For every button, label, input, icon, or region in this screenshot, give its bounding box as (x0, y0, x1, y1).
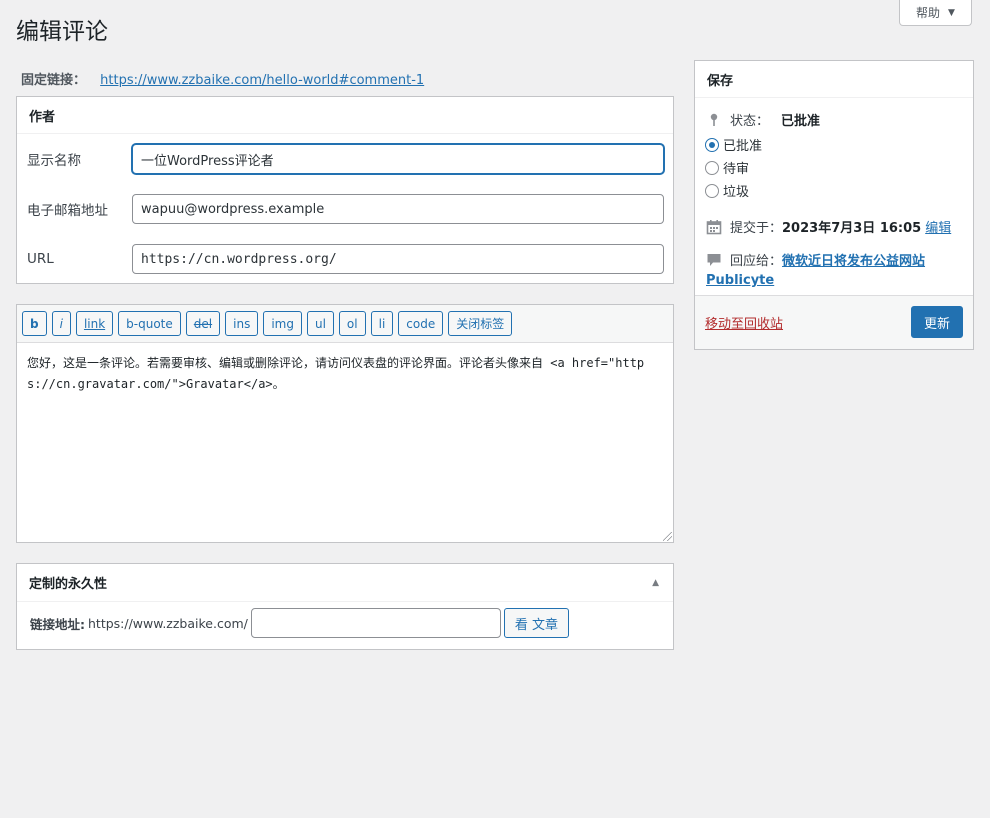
comment-content-textarea[interactable]: 您好，这是一条评论。若需要审核、编辑或删除评论，请访问仪表盘的评论界面。评论者头… (17, 343, 673, 542)
slug-prefix: https://www.zzbaike.com/ (88, 615, 248, 631)
status-option-pending[interactable]: 待审 (705, 158, 749, 177)
reply-label: 回应给： (730, 254, 783, 269)
email-input[interactable] (132, 194, 664, 224)
qt-ins-button[interactable]: ins (225, 311, 259, 336)
slug-label: 链接地址: (30, 616, 85, 632)
radio-pending-label: 待审 (723, 162, 750, 177)
slug-heading-text: 定制的永久性 (29, 577, 108, 592)
comment-editor: b i link b-quote del ins img ul ol li co… (16, 304, 674, 543)
save-box: 保存 状态： 已批准 已批准 待审 垃圾 提交于： 2023年7月3日 16:0… (694, 60, 974, 350)
author-box: 作者 显示名称 电子邮箱地址 URL (16, 96, 674, 284)
slug-input[interactable] (250, 608, 501, 638)
qt-ul-button[interactable]: ul (306, 311, 334, 336)
status-line: 状态： 已批准 (706, 110, 820, 129)
quicktags-toolbar: b i link b-quote del ins img ul ol li co… (17, 305, 673, 343)
collapse-toggle-icon[interactable]: ▲ (652, 578, 659, 588)
author-heading: 作者 (17, 97, 673, 134)
permalink-label: 固定链接： (21, 73, 87, 88)
qt-ol-button[interactable]: ol (338, 311, 366, 336)
save-heading: 保存 (695, 61, 973, 98)
permalink: 固定链接： https://www.zzbaike.com/hello-worl… (21, 69, 424, 88)
radio-spam[interactable] (705, 183, 719, 198)
pin-icon (710, 113, 718, 126)
save-heading-text: 保存 (707, 73, 734, 89)
qt-img-button[interactable]: img (263, 311, 302, 336)
qt-italic-button[interactable]: i (51, 311, 71, 336)
qt-li-button[interactable]: li (370, 311, 394, 336)
reply-post-link-cont[interactable]: Publicyte (706, 273, 774, 288)
url-input[interactable] (132, 244, 664, 274)
reply-line: 回应给： 微软近日将发布公益网站 (706, 250, 925, 269)
url-row: URL (17, 243, 673, 275)
qt-bold-button[interactable]: b (22, 311, 47, 336)
status-option-approved[interactable]: 已批准 (705, 135, 762, 154)
move-to-trash-link[interactable]: 移动至回收站 (705, 313, 783, 332)
custom-permalink-box: 定制的永久性 ▲ 链接地址: https://www.zzbaike.com/ … (16, 563, 674, 650)
page-title: 编辑评论 (16, 19, 108, 45)
permalink-link[interactable]: https://www.zzbaike.com/hello-world#comm… (100, 73, 424, 88)
view-post-button[interactable]: 看 文章 (503, 608, 569, 638)
help-label: 帮助 (916, 6, 941, 20)
help-button[interactable]: 帮助 ▼ (899, 0, 972, 26)
chevron-down-icon: ▼ (948, 7, 955, 18)
submitted-date: 2023年7月3日 16:05 (782, 221, 922, 236)
resize-handle-icon[interactable] (663, 532, 672, 541)
qt-close-tags-button[interactable]: 关闭标签 (448, 311, 513, 336)
radio-approved-label: 已批准 (723, 139, 763, 154)
author-heading-text: 作者 (29, 109, 56, 125)
submitted-label: 提交于： (730, 221, 783, 236)
comment-icon (707, 253, 721, 266)
radio-spam-label: 垃圾 (723, 185, 750, 200)
status-option-spam[interactable]: 垃圾 (705, 181, 749, 200)
slug-row: 链接地址: https://www.zzbaike.com/ 看 文章 (30, 608, 569, 638)
edit-date-link[interactable]: 编辑 (925, 217, 951, 236)
qt-bquote-button[interactable]: b-quote (118, 311, 181, 336)
name-row: 显示名称 (17, 143, 673, 175)
slug-heading: 定制的永久性 ▲ (17, 564, 673, 602)
status-label: 状态： (730, 114, 770, 129)
calendar-icon (706, 219, 722, 234)
email-row: 电子邮箱地址 (17, 193, 673, 225)
update-button[interactable]: 更新 (911, 306, 963, 338)
name-label: 显示名称 (27, 153, 81, 169)
major-publishing-actions: 移动至回收站 更新 (695, 295, 973, 349)
status-value: 已批准 (781, 114, 821, 129)
name-input[interactable] (132, 144, 664, 174)
qt-code-button[interactable]: code (398, 311, 444, 336)
radio-approved[interactable] (705, 137, 719, 152)
email-label: 电子邮箱地址 (27, 203, 108, 219)
qt-del-button[interactable]: del (185, 311, 221, 336)
reply-post-link[interactable]: 微软近日将发布公益网站 (782, 250, 925, 269)
radio-pending[interactable] (705, 160, 719, 175)
submitted-line: 提交于： 2023年7月3日 16:05 编辑 (706, 217, 951, 236)
url-label: URL (27, 251, 54, 267)
qt-link-button[interactable]: link (75, 311, 114, 336)
